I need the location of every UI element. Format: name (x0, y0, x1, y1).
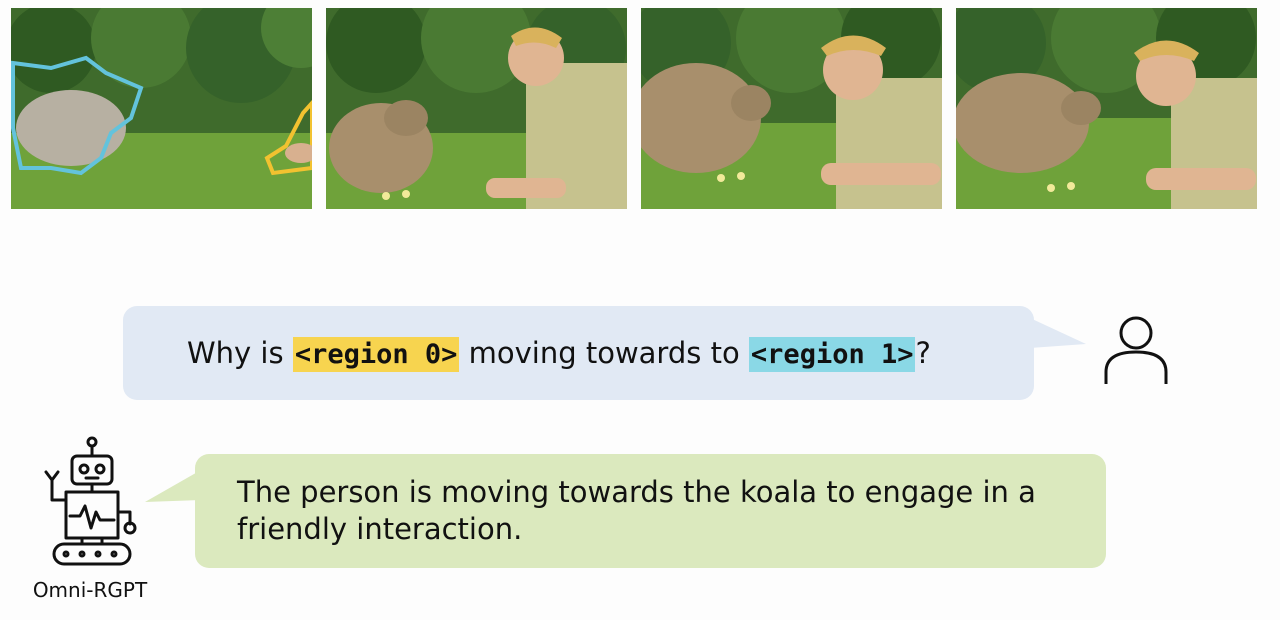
user-icon (1104, 316, 1168, 384)
question-suffix: ? (915, 336, 931, 370)
question-bubble: Why is <region 0> moving towards to <reg… (123, 306, 1034, 400)
robot-label: Omni-RGPT (32, 578, 148, 602)
robot-icon (44, 436, 137, 566)
answer-bubble: The person is moving towards the koala t… (195, 454, 1106, 568)
region-0-token: <region 0> (292, 337, 460, 372)
question-bubble-tail (1030, 318, 1086, 348)
video-frame-2 (326, 8, 627, 209)
question-text: Why is <region 0> moving towards to <reg… (187, 306, 931, 400)
question-prefix: Why is (187, 336, 293, 370)
video-frame-1 (11, 8, 312, 209)
question-middle: moving towards to (459, 336, 749, 370)
region-1-token: <region 1> (748, 337, 916, 372)
video-frame-4 (956, 8, 1257, 209)
answer-text: The person is moving towards the koala t… (237, 475, 1036, 546)
video-frame-3 (641, 8, 942, 209)
